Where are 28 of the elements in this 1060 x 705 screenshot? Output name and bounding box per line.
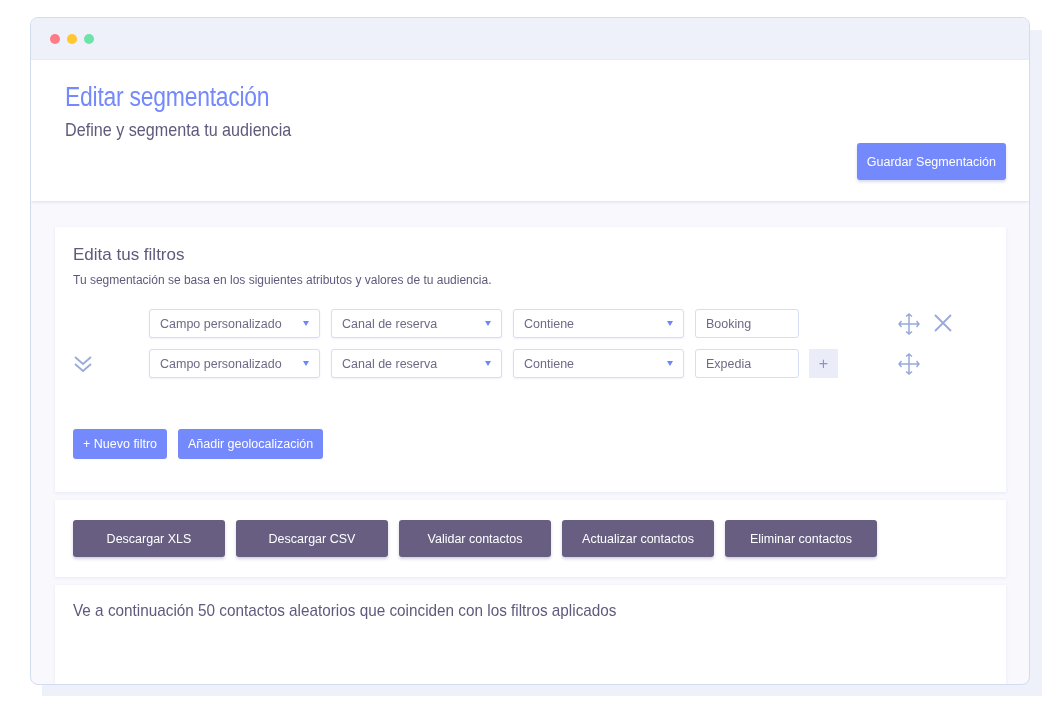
action-button[interactable]: Eliminar contactos [725, 520, 877, 557]
move-icon[interactable] [898, 312, 920, 335]
save-segmentation-button[interactable]: Guardar Segmentación [856, 143, 1006, 180]
section-title: Edita tus filtros [73, 245, 186, 265]
move-icon[interactable] [898, 352, 920, 375]
section-description: Tu segmentación se basa en los siguientes atributos y valores de tu audiencia. [73, 273, 493, 287]
add-geolocation-button[interactable]: Añadir geolocalización [178, 429, 324, 459]
dropdown[interactable]: Contiene [513, 349, 684, 378]
dropdown[interactable]: Contiene [513, 309, 684, 338]
window-control-dot[interactable] [50, 34, 60, 44]
double-chevron-down-icon[interactable] [73, 354, 93, 373]
window-control-dot[interactable] [67, 34, 77, 44]
action-button[interactable]: Descargar CSV [236, 520, 388, 557]
value-input[interactable]: Expedia [695, 349, 799, 378]
dropdown[interactable]: Campo personalizado [149, 349, 320, 378]
action-button[interactable]: Validar contactos [399, 520, 551, 557]
dropdown[interactable]: Campo personalizado [149, 309, 320, 338]
page-title: Editar segmentación [65, 82, 271, 113]
dropdown[interactable]: Canal de reserva [331, 309, 502, 338]
results-text: Ve a continuación 50 contactos aleatorios que coinciden con los filtros aplicados [73, 601, 618, 621]
dropdown[interactable]: Canal de reserva [331, 349, 502, 378]
window-control-dot[interactable] [84, 34, 94, 44]
page-subtitle: Define y segmenta tu audiencia [65, 119, 293, 141]
action-button[interactable]: Actualizar contactos [562, 520, 714, 557]
close-icon[interactable] [933, 312, 953, 333]
value-input[interactable]: Booking [695, 309, 799, 338]
new-filter-button[interactable]: + Nuevo filtro [73, 429, 167, 459]
action-button[interactable]: Descargar XLS [73, 520, 225, 557]
